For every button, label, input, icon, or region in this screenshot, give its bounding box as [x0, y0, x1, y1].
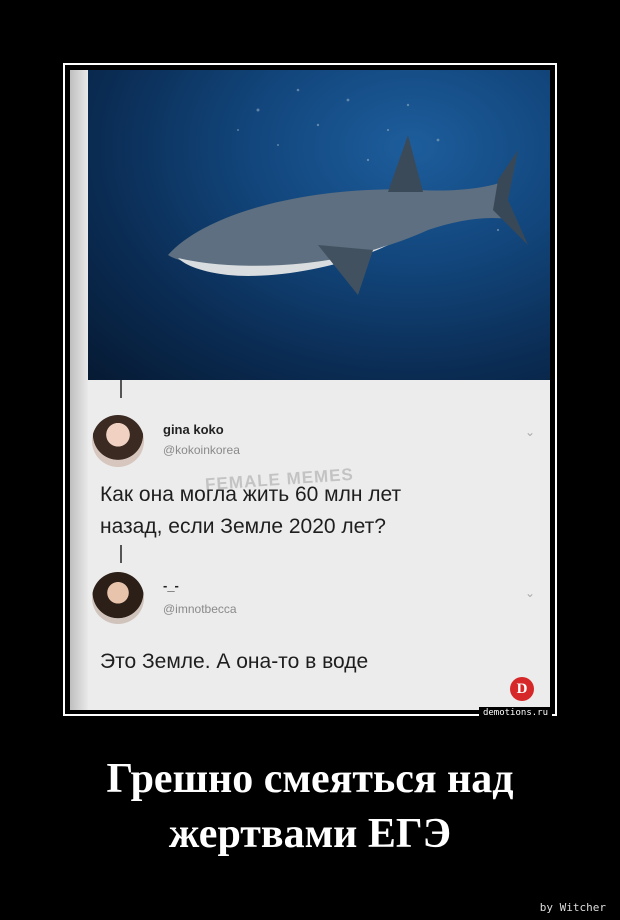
- user-handle[interactable]: @kokoinkorea: [163, 443, 240, 457]
- site-badge: D: [510, 677, 534, 701]
- thread-line: [120, 545, 122, 563]
- meme-photo: gina koko @kokoinkorea ⌄ Как она могла ж…: [70, 70, 550, 710]
- thread-line: [120, 380, 122, 398]
- caption-line: жертвами ЕГЭ: [168, 811, 452, 857]
- author-credit: by Witcher: [539, 901, 606, 914]
- avatar[interactable]: [92, 415, 144, 467]
- tweet-text-line: назад, если Земле 2020 лет?: [100, 515, 386, 538]
- site-tag[interactable]: demotions.ru: [478, 707, 552, 719]
- display-name[interactable]: gina koko: [163, 422, 224, 437]
- chevron-down-icon[interactable]: ⌄: [525, 425, 535, 439]
- shark-illustration: [168, 88, 528, 295]
- caption: Грешно смеяться над жертвами ЕГЭ: [0, 752, 620, 862]
- display-name[interactable]: -_-: [163, 578, 179, 593]
- avatar[interactable]: [92, 572, 144, 624]
- photo-edge: [70, 70, 88, 710]
- caption-line: Грешно смеяться над: [106, 756, 514, 802]
- shark-image: [88, 70, 550, 380]
- chevron-down-icon[interactable]: ⌄: [525, 586, 535, 600]
- tweet-text: Это Земле. А она-то в воде: [100, 650, 369, 673]
- user-handle[interactable]: @imnotbecca: [163, 602, 237, 616]
